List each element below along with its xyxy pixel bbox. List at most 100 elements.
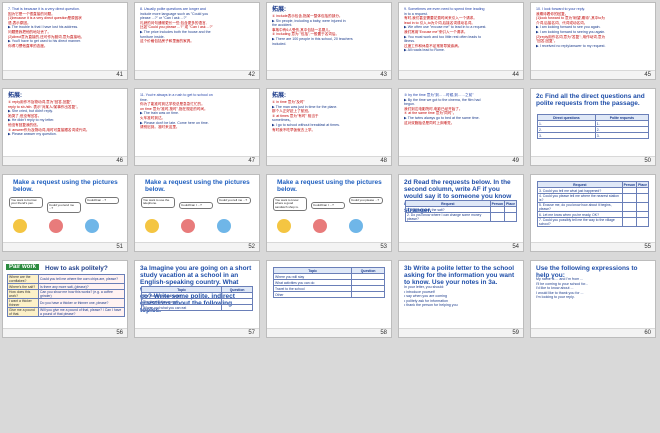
slide-thumbnail[interactable]: 46 拓展: ① reply用作不及物动词,意为"回答,回复", reply to s… bbox=[2, 88, 128, 166]
table-cell: 3. bbox=[594, 132, 650, 139]
slide-thumbnail[interactable]: 53 Make a request using the pictures belo… bbox=[266, 174, 392, 252]
table-row: Where are the cornflakes? Could you tell … bbox=[7, 274, 125, 284]
slide-thumbnail[interactable]: 43 拓展: ① include表示包含,指某一整体包括的部分。 ▶ Six peop… bbox=[266, 2, 392, 80]
student-figure-icon bbox=[181, 219, 195, 233]
slide-footer-band bbox=[399, 156, 523, 165]
table-row: I want a thicker thinner Do you have a th… bbox=[7, 298, 125, 308]
slide-footer-band bbox=[531, 242, 655, 251]
slide-number: 54 bbox=[512, 244, 519, 250]
slide-number: 41 bbox=[116, 72, 123, 78]
polite-question-cell: Do you have a thicker or thinner one, pl… bbox=[38, 298, 125, 308]
text-line: 你得习惯他直率的态度。 bbox=[8, 43, 48, 48]
slide-thumbnail[interactable]: 51 Make a request using the pictures belo… bbox=[2, 174, 128, 252]
student-figure-icon bbox=[313, 219, 327, 233]
slide-thumbnail[interactable]: 42 8. Usually polite questions are longer… bbox=[134, 2, 260, 80]
slide-footer-band bbox=[531, 70, 655, 79]
slide-title: Make a request using the pictures below. bbox=[145, 179, 252, 193]
speech-bubble: You want to know where a good sandwich s… bbox=[273, 197, 307, 212]
student-figure-icon bbox=[49, 219, 63, 233]
slide-number: 47 bbox=[248, 158, 255, 164]
text-line: 这对双胞胎总是同时上床睡觉。 bbox=[404, 120, 455, 125]
slide-thumbnail[interactable]: 58 Topic Question Where you will stay What a… bbox=[266, 260, 392, 338]
slide-body-text: 11. You're always in a rush to get to sc… bbox=[140, 93, 254, 130]
slide-thumbnail[interactable]: 44 9. Sometimes we even need to spend tim… bbox=[398, 2, 524, 80]
slide-body-text: My name is ... and I'm from ... I'll be c… bbox=[536, 277, 650, 300]
request-table: Request Person Place 1. Will you pass the s… bbox=[405, 200, 517, 222]
slide-body-text: 10. I look forward to your reply. 我期待着你的回… bbox=[536, 7, 650, 48]
table-row: 3. 3. bbox=[537, 132, 650, 139]
slide-thumbnail[interactable]: 48 拓展: ① in time 意为"及时" ▶ The man was just … bbox=[266, 88, 392, 166]
slide-number: 59 bbox=[512, 330, 519, 336]
direct-question-cell: Give me a pound of that. bbox=[7, 307, 39, 317]
speech-bubble: You want to borrow your friend's pen. bbox=[9, 197, 43, 208]
text-line: 拓展: bbox=[8, 93, 22, 99]
slide-footer-band bbox=[3, 156, 127, 165]
slide-thumbnail[interactable]: 49 ③ by the time 意为"到……时候,到……之前" ▶ By the … bbox=[398, 88, 524, 166]
table-cell bbox=[636, 202, 649, 212]
slide-thumbnail[interactable]: 41 7. That is because it is a very direct… bbox=[2, 2, 128, 80]
slide-number: 51 bbox=[116, 244, 123, 250]
slide-thumbnail[interactable]: 50 2c Find all the direct questions and p… bbox=[530, 88, 656, 166]
slide-number: 53 bbox=[380, 244, 387, 250]
student-figure-icon bbox=[277, 219, 291, 233]
table-cell bbox=[621, 217, 638, 227]
table-cell: 5. Excuse me, do you know how about it b… bbox=[537, 202, 623, 212]
slide-footer-band bbox=[267, 242, 391, 251]
slide-number: 55 bbox=[644, 244, 651, 250]
table-row: 7. Could you possibly tell me the way to… bbox=[537, 217, 649, 227]
slide-body-text: 9. Sometimes we even need to spend time … bbox=[404, 7, 518, 53]
polite-questions-table: Where are the cornflakes? Could you tell … bbox=[7, 274, 125, 317]
slide-thumbnail[interactable]: 45 10. I look forward to your reply. 我期待着你… bbox=[530, 2, 656, 80]
slide-thumbnail[interactable]: 60 Use the following expressions to help … bbox=[530, 260, 656, 338]
table-cell: Other bbox=[272, 291, 353, 298]
student-figure-icon bbox=[145, 219, 159, 233]
slide-number: 44 bbox=[512, 72, 519, 78]
student-figure-icon bbox=[85, 219, 99, 233]
text-line: 请别迟到。准时来这里。 bbox=[140, 125, 180, 130]
slide-number: 56 bbox=[116, 330, 123, 336]
speech-bubble: Could you lend me ...? bbox=[47, 202, 81, 213]
speech-bubble: Could/Can ...? bbox=[85, 197, 119, 205]
slide-number: 57 bbox=[248, 330, 255, 336]
slide-thumbnail[interactable]: 47 11. You're always in a rush to get to … bbox=[134, 88, 260, 166]
table-cell bbox=[489, 212, 506, 222]
slide-footer-band bbox=[135, 328, 259, 337]
table-row: 5. Excuse me, do you know how about it b… bbox=[537, 202, 649, 212]
table-cell: Where and what you can eat bbox=[140, 304, 223, 311]
slide-thumbnail[interactable]: 56 Pair work How to ask politely? Where are… bbox=[2, 260, 128, 338]
slide-thumbnail[interactable]: 52 Make a request using the pictures belo… bbox=[134, 174, 260, 252]
request-table: Request Person Place 3. Could you tell me w… bbox=[537, 181, 649, 227]
table-cell: 7. Could you possibly tell me the way to… bbox=[537, 217, 623, 227]
slide-footer-band bbox=[531, 156, 655, 165]
slide-body-text: 拓展: ① reply用作不及物动词,意为"回答,回复", reply to sb.… bbox=[8, 93, 122, 137]
slide-number: 58 bbox=[380, 330, 387, 336]
pair-work-label: Pair work bbox=[6, 264, 40, 270]
direct-question-cell: I want a thicker thinner bbox=[7, 298, 39, 308]
text-line: 有时我不吃早饭就去上学。 bbox=[272, 127, 316, 132]
request-table: Topic Question The course you will study Th… bbox=[140, 286, 253, 311]
slide-thumbnail-grid: 41 7. That is because it is a very direct… bbox=[0, 0, 660, 433]
slide-number: 45 bbox=[644, 72, 651, 78]
table-cell bbox=[221, 304, 253, 311]
slide-thumbnail[interactable]: 57 3a Imagine you are going on a short st… bbox=[134, 260, 260, 338]
slide-footer-band bbox=[267, 70, 391, 79]
slide-number: 52 bbox=[248, 244, 255, 250]
table-cell: 4. Could you please tell me where the ne… bbox=[537, 193, 623, 203]
direct-question-cell: How does this work? bbox=[7, 289, 39, 299]
table-cell bbox=[621, 193, 638, 203]
slide-body-text: 7. That is because it is a very direct q… bbox=[8, 7, 122, 48]
slide-number: 49 bbox=[512, 158, 519, 164]
slide-footer-band bbox=[135, 70, 259, 79]
student-figure-icon bbox=[217, 219, 231, 233]
slide-footer-band bbox=[399, 242, 523, 251]
slide-number: 48 bbox=[380, 158, 387, 164]
text-line: included. bbox=[272, 41, 287, 46]
slide-thumbnail[interactable]: 59 3b Write a polite letter to the school… bbox=[398, 260, 524, 338]
slide-title: Make a request using the pictures below. bbox=[13, 179, 120, 193]
slide-thumbnail[interactable]: 54 2d Read the requests below. In the sec… bbox=[398, 174, 524, 252]
slide-thumbnail[interactable]: 55 Request Person Place 3. Could you tell me… bbox=[530, 174, 656, 252]
table-cell bbox=[636, 217, 649, 227]
slide-footer-band bbox=[531, 328, 655, 337]
speech-bubble: You want to use the telephone. bbox=[141, 197, 175, 208]
slide-footer-band bbox=[399, 328, 523, 337]
